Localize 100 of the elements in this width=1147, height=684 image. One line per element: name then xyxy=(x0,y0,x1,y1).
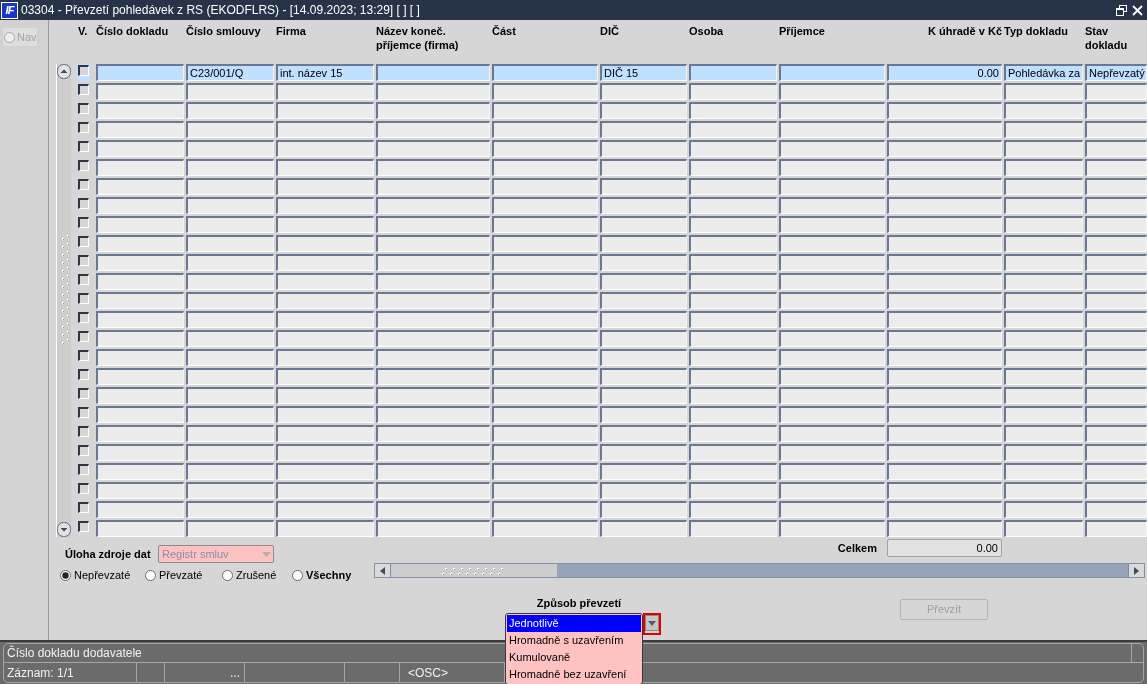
table-cell[interactable] xyxy=(600,216,687,233)
table-cell[interactable] xyxy=(186,254,274,271)
table-cell[interactable] xyxy=(376,330,490,347)
table-cell[interactable] xyxy=(276,102,374,119)
table-cell[interactable] xyxy=(276,254,374,271)
table-cell[interactable] xyxy=(276,463,374,480)
table-cell[interactable] xyxy=(887,444,1002,461)
table-cell[interactable] xyxy=(689,482,777,499)
table-cell[interactable] xyxy=(887,330,1002,347)
table-cell[interactable] xyxy=(276,178,374,195)
table-cell[interactable] xyxy=(96,254,184,271)
close-icon[interactable] xyxy=(1132,4,1143,16)
table-cell[interactable] xyxy=(492,216,598,233)
table-cell[interactable] xyxy=(1004,425,1083,442)
table-cell[interactable] xyxy=(376,254,490,271)
table-cell[interactable] xyxy=(376,121,490,138)
table-cell[interactable] xyxy=(186,520,274,537)
table-cell[interactable] xyxy=(96,197,184,214)
table-cell[interactable] xyxy=(186,463,274,480)
table-cell[interactable] xyxy=(1085,520,1147,537)
table-cell[interactable] xyxy=(1085,102,1147,119)
table-cell[interactable] xyxy=(96,501,184,518)
table-cell[interactable] xyxy=(96,387,184,404)
table-cell[interactable] xyxy=(186,178,274,195)
table-cell[interactable] xyxy=(689,292,777,309)
table-cell[interactable] xyxy=(1085,159,1147,176)
table-cell[interactable] xyxy=(689,64,777,81)
row-checkbox[interactable] xyxy=(77,64,90,81)
scroll-thumb[interactable] xyxy=(391,564,557,577)
table-cell[interactable] xyxy=(376,425,490,442)
table-cell[interactable] xyxy=(492,520,598,537)
table-cell[interactable] xyxy=(492,273,598,290)
table-cell[interactable] xyxy=(887,368,1002,385)
table-cell[interactable] xyxy=(779,254,885,271)
table-cell[interactable] xyxy=(779,368,885,385)
table-cell[interactable] xyxy=(186,387,274,404)
table-cell[interactable] xyxy=(689,425,777,442)
table-cell[interactable] xyxy=(186,368,274,385)
table-cell[interactable] xyxy=(96,292,184,309)
table-cell[interactable] xyxy=(689,83,777,100)
table-cell[interactable] xyxy=(186,83,274,100)
table-cell[interactable] xyxy=(376,387,490,404)
table-cell[interactable] xyxy=(1004,178,1083,195)
table-cell[interactable] xyxy=(779,83,885,100)
table-cell[interactable] xyxy=(1004,254,1083,271)
table-cell[interactable] xyxy=(492,140,598,157)
table-cell[interactable] xyxy=(600,121,687,138)
table-cell[interactable] xyxy=(887,121,1002,138)
table-cell[interactable] xyxy=(689,311,777,328)
table-cell[interactable] xyxy=(96,311,184,328)
table-cell[interactable] xyxy=(186,501,274,518)
table-cell[interactable] xyxy=(779,292,885,309)
table-cell[interactable] xyxy=(600,349,687,366)
table-cell[interactable] xyxy=(492,121,598,138)
table-cell[interactable] xyxy=(492,349,598,366)
table-cell[interactable] xyxy=(96,178,184,195)
table-cell[interactable] xyxy=(96,83,184,100)
table-cell[interactable] xyxy=(887,501,1002,518)
table-cell[interactable] xyxy=(779,273,885,290)
table-cell[interactable] xyxy=(376,368,490,385)
table-cell[interactable] xyxy=(887,178,1002,195)
table-cell[interactable] xyxy=(887,273,1002,290)
table-cell[interactable] xyxy=(376,64,490,81)
table-cell[interactable] xyxy=(96,102,184,119)
table-cell[interactable] xyxy=(96,520,184,537)
table-cell[interactable] xyxy=(1004,368,1083,385)
table-cell[interactable] xyxy=(600,482,687,499)
table-cell[interactable] xyxy=(276,216,374,233)
table-cell[interactable] xyxy=(376,311,490,328)
filter-radio[interactable]: Nepřevzaté xyxy=(60,568,131,582)
table-cell[interactable] xyxy=(96,235,184,252)
table-cell[interactable] xyxy=(492,254,598,271)
table-cell[interactable] xyxy=(779,197,885,214)
table-cell[interactable] xyxy=(492,197,598,214)
table-cell[interactable] xyxy=(689,330,777,347)
table-cell[interactable] xyxy=(376,216,490,233)
table-cell[interactable] xyxy=(1004,197,1083,214)
table-cell[interactable] xyxy=(186,330,274,347)
table-cell[interactable] xyxy=(887,140,1002,157)
table-cell[interactable] xyxy=(276,368,374,385)
table-cell[interactable] xyxy=(600,311,687,328)
table-cell[interactable]: int. název 15 xyxy=(276,64,374,81)
table-cell[interactable] xyxy=(779,216,885,233)
table-cell[interactable] xyxy=(1004,121,1083,138)
table-cell[interactable] xyxy=(492,444,598,461)
table-cell[interactable] xyxy=(779,140,885,157)
table-cell[interactable] xyxy=(376,83,490,100)
table-cell[interactable] xyxy=(376,520,490,537)
table-cell[interactable] xyxy=(1004,406,1083,423)
horizontal-scrollbar[interactable] xyxy=(374,563,1145,578)
table-cell[interactable] xyxy=(1085,349,1147,366)
table-cell[interactable] xyxy=(376,178,490,195)
table-cell[interactable] xyxy=(779,330,885,347)
table-cell[interactable] xyxy=(492,406,598,423)
table-cell[interactable] xyxy=(887,311,1002,328)
table-cell[interactable] xyxy=(376,197,490,214)
table-cell[interactable] xyxy=(96,444,184,461)
scroll-left-button[interactable] xyxy=(375,564,391,577)
table-cell[interactable] xyxy=(689,254,777,271)
table-cell[interactable] xyxy=(1085,368,1147,385)
